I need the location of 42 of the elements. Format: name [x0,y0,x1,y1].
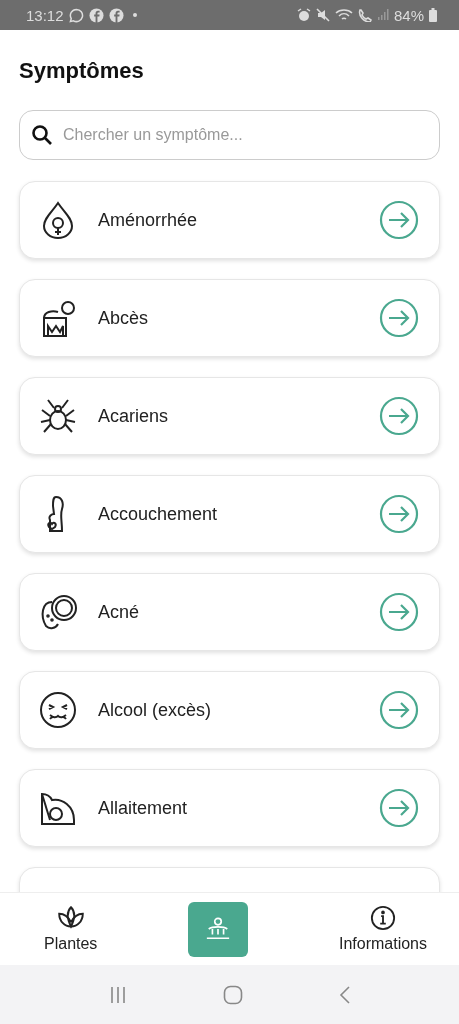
symptom-card[interactable]: Alcool (excès) [19,671,440,749]
battery-percent: 84% [393,6,424,24]
signal-icon [376,8,389,22]
facebook-icon [88,7,104,23]
symptom-card[interactable]: Accouchement [19,475,440,553]
symptom-card[interactable]: Allaitement [19,769,440,847]
nav-tab[interactable]: Informations [334,901,431,957]
arrow-right-icon[interactable] [379,298,419,338]
alarm-icon [296,8,311,22]
arrow-right-icon[interactable] [379,396,419,436]
lotus-icon [55,905,86,931]
page-title: Symptômes [19,58,144,84]
symptom-label: Acariens [98,405,170,427]
whatsapp-icon [68,7,84,23]
nav-tab[interactable] [188,901,249,957]
symptom-card[interactable]: Abcès [19,279,440,357]
back-icon[interactable] [337,984,352,1005]
symptom-label: Acné [98,601,141,623]
symptom-label: Abcès [98,307,150,329]
arrow-right-icon[interactable] [379,494,419,534]
symptom-label: Accouchement [98,503,219,525]
symptom-card[interactable]: Acariens [19,377,440,455]
arrow-right-icon[interactable] [379,592,419,632]
arrow-right-icon[interactable] [379,200,419,240]
sick-icon [38,690,78,730]
wifi-icon [334,8,353,22]
search-icon [31,124,53,146]
symptom-label: Alcool (excès) [98,699,213,721]
call-icon [357,8,372,22]
nav-tab[interactable]: Plantes [40,901,102,957]
symptom-card[interactable]: Acné [19,573,440,651]
facebook-icon [108,7,124,23]
arrow-right-icon[interactable] [379,690,419,730]
symptom-label: Aménorrhée [98,209,199,231]
symptom-label: Allaitement [98,797,189,819]
arrow-right-icon[interactable] [379,788,419,828]
home-icon[interactable] [222,984,243,1005]
mute-icon [315,8,330,22]
battery-icon [429,8,437,22]
status-time: 13:12 [26,6,64,24]
symptom-card[interactable]: Aménorrhée [19,181,440,259]
search-field[interactable]: Chercher un symptôme... [19,110,440,160]
